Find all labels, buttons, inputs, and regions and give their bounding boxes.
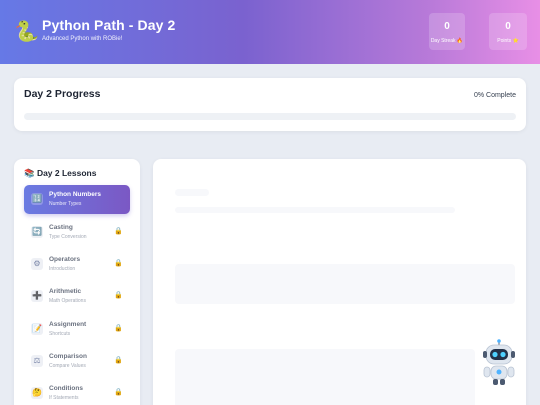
lesson-item-assignment[interactable]: 📝 Assignment Shortcuts 🔒 — [24, 315, 130, 344]
lesson-subtitle: If Statements — [49, 395, 79, 401]
lesson-subtitle: Type Conversion — [49, 234, 87, 240]
thinking-face-icon: 🤔 — [31, 387, 43, 399]
points-value: 0 — [505, 21, 511, 32]
lesson-subtitle: Introduction — [49, 266, 76, 272]
plus-icon: ➕ — [31, 290, 43, 302]
lesson-item-python-numbers[interactable]: 🔢 Python Numbers Number Types — [24, 185, 130, 214]
lesson-item-casting[interactable]: 🔄 Casting Type Conversion 🔒 — [24, 218, 130, 247]
scales-icon: ⚖ — [31, 355, 43, 367]
lesson-item-comparison[interactable]: ⚖ Comparison Compare Values 🔒 — [24, 347, 130, 376]
lock-icon: 🔒 — [114, 292, 123, 299]
app-subtitle: Advanced Python with ROBie! — [42, 36, 123, 42]
lesson-subtitle: Math Operations — [49, 298, 86, 304]
lesson-name: Casting — [49, 224, 73, 231]
lesson-subtitle: Number Types — [49, 201, 82, 207]
numbers-icon: 🔢 — [31, 193, 43, 205]
lesson-item-operators[interactable]: ⚙ Operators Introduction 🔒 — [24, 250, 130, 279]
lesson-name: Operators — [49, 256, 81, 263]
lock-icon: 🔒 — [114, 260, 123, 267]
points-label: Points ⭐ — [497, 38, 519, 44]
lesson-name: Assignment — [49, 321, 87, 328]
progress-title: Day 2 Progress — [24, 88, 101, 100]
day-streak-card: 0 Day Streak 🔥 — [429, 13, 465, 50]
robot-icon[interactable] — [481, 339, 517, 387]
lesson-name: Arithmetic — [49, 288, 82, 295]
app-header: 🐍 Python Path - Day 2 Advanced Python wi… — [0, 0, 540, 64]
day-streak-label: Day Streak 🔥 — [430, 38, 464, 44]
lesson-name: Python Numbers — [49, 191, 102, 198]
snake-icon: 🐍 — [14, 21, 39, 43]
placeholder-line — [175, 207, 455, 213]
lesson-content-panel — [153, 159, 526, 405]
app-title: Python Path - Day 2 — [42, 17, 176, 33]
progress-bar — [24, 113, 516, 120]
lessons-heading: 📚 Day 2 Lessons — [24, 168, 97, 178]
lesson-name: Conditions — [49, 385, 83, 392]
lesson-item-arithmetic[interactable]: ➕ Arithmetic Math Operations 🔒 — [24, 282, 130, 311]
memo-icon: 📝 — [31, 323, 43, 335]
gear-icon: ⚙ — [31, 258, 43, 270]
lock-icon: 🔒 — [114, 357, 123, 364]
progress-status: 0% Complete — [473, 92, 516, 99]
lock-icon: 🔒 — [114, 228, 123, 235]
lesson-subtitle: Shortcuts — [49, 331, 71, 337]
lock-icon: 🔒 — [114, 325, 123, 332]
day-streak-value: 0 — [444, 21, 450, 32]
points-card: 0 Points ⭐ — [489, 13, 527, 50]
placeholder-heading — [175, 189, 209, 196]
cycle-icon: 🔄 — [31, 226, 43, 238]
lessons-sidebar: 📚 Day 2 Lessons 🔢 Python Numbers Number … — [14, 159, 140, 405]
placeholder-block — [175, 349, 475, 405]
lesson-subtitle: Compare Values — [49, 363, 86, 369]
placeholder-block — [175, 264, 515, 304]
progress-card: Day 2 Progress 0% Complete — [14, 78, 526, 131]
lesson-name: Comparison — [49, 353, 87, 360]
lesson-item-conditions[interactable]: 🤔 Conditions If Statements 🔒 — [24, 379, 130, 405]
lock-icon: 🔒 — [114, 389, 123, 396]
